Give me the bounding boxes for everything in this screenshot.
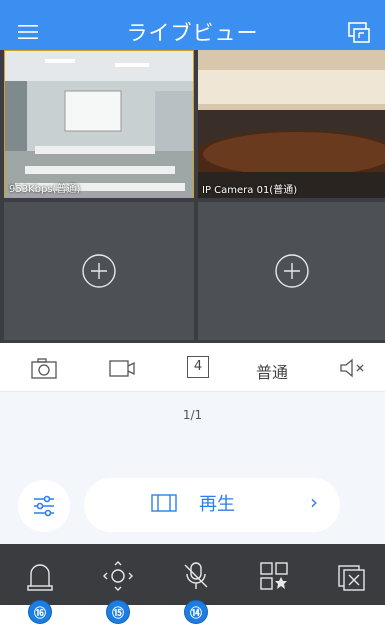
window-switch-icon[interactable] [346,20,372,46]
camera-view-1[interactable]: 953Kbps(普通) [4,50,194,198]
layout-count-button[interactable]: 4 [187,356,209,378]
annotation-badge-15: ⑮ [106,600,130,624]
annotation-badge-14: ⑭ [184,600,208,624]
camera-view-2[interactable]: IP Camera 01(普通) [198,50,385,198]
playback-label: 再生 [199,494,235,515]
camera-label: IP Camera 01(普通) [202,185,298,196]
favorites-icon[interactable] [258,560,290,592]
empty-slot-3[interactable] [4,202,194,340]
quality-selector[interactable]: 普通 [256,359,288,383]
menu-icon[interactable] [16,20,40,44]
office-scene-image [5,51,193,197]
page-indicator: 1/1 [182,408,203,422]
close-all-icon[interactable] [336,560,368,592]
alarm-light-icon[interactable] [24,560,56,592]
empty-slot-4[interactable] [198,202,385,340]
ptz-control-icon[interactable] [102,560,134,592]
speaker-mute-icon[interactable] [338,356,368,380]
sliders-icon [34,495,54,517]
chevron-right-icon: › [310,490,318,514]
film-icon [151,494,177,512]
camera-icon[interactable] [30,356,58,380]
add-camera-icon[interactable] [81,253,117,289]
video-record-icon[interactable] [108,356,136,380]
settings-button[interactable] [18,480,70,532]
camera-label: 953Kbps(普通) [9,184,81,195]
annotation-badge-16: ⑯ [28,600,52,624]
mic-off-icon[interactable] [180,560,212,592]
add-camera-icon[interactable] [274,253,310,289]
conference-room-image [198,50,385,198]
